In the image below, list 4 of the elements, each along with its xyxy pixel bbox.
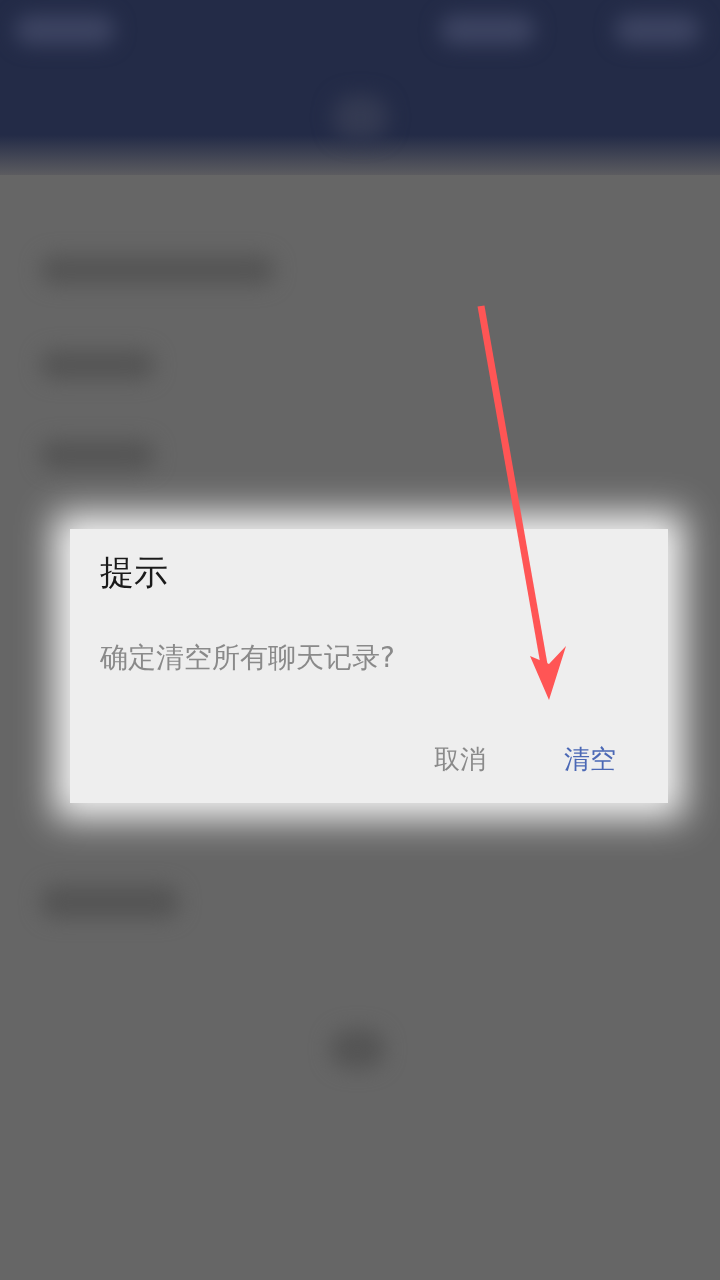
clear-button[interactable]: 清空: [556, 737, 624, 781]
dialog-title: 提示: [100, 551, 168, 594]
dialog-message: 确定清空所有聊天记录?: [100, 640, 395, 676]
cancel-button[interactable]: 取消: [426, 737, 494, 781]
